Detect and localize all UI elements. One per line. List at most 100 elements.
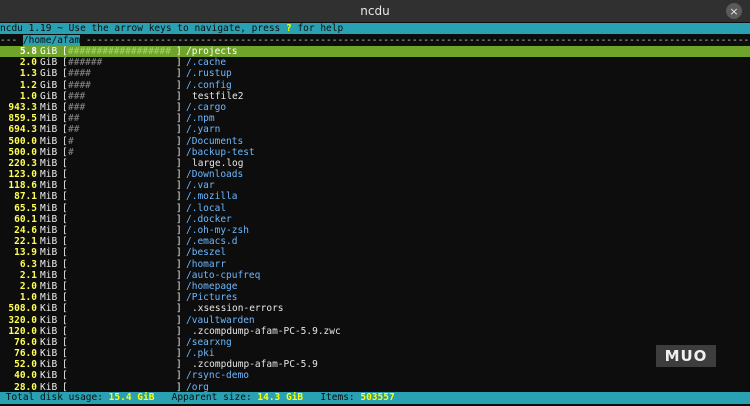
graph-right-bracket: ] [176, 269, 182, 281]
graph-left-bracket: [ [62, 236, 68, 248]
list-item[interactable]: 60.1 MiB [] /.docker [0, 214, 750, 225]
list-item[interactable]: 500.0 MiB [#] /Documents [0, 136, 750, 147]
entry-size: 1.3 [19, 68, 37, 80]
list-item[interactable]: 24.6 MiB [] /.oh-my-zsh [0, 225, 750, 236]
entry-size: 76.0 [14, 348, 37, 360]
graph-right-bracket: ] [176, 180, 182, 192]
disk-usage-value: 15.4 GiB [108, 392, 155, 403]
entry-unit: MiB [40, 191, 58, 203]
entry-unit: GiB [40, 68, 58, 80]
graph-left-bracket: [ [62, 180, 68, 192]
graph-right-bracket: ] [176, 191, 182, 203]
graph-left-bracket: [ [62, 157, 68, 169]
list-item[interactable]: 220.3 MiB [] large.log [0, 158, 750, 169]
entry-unit: MiB [40, 280, 58, 292]
entry-size: 859.5 [8, 113, 37, 125]
list-item[interactable]: 118.6 MiB [] /.var [0, 180, 750, 191]
list-item[interactable]: 1.0 GiB [###] testfile2 [0, 91, 750, 102]
list-item[interactable]: 123.0 MiB [] /Downloads [0, 169, 750, 180]
entry-unit: MiB [40, 236, 58, 248]
graph-left-bracket: [ [62, 325, 68, 337]
list-item[interactable]: 76.0 KiB [] /searxng [0, 337, 750, 348]
entry-size: 943.3 [8, 101, 37, 113]
list-item[interactable]: 13.9 MiB [] /beszel [0, 247, 750, 258]
graph-left-bracket: [ [62, 247, 68, 259]
entry-unit: KiB [40, 348, 58, 360]
entry-unit: MiB [40, 213, 58, 225]
entry-name: /.emacs.d [186, 236, 238, 248]
list-item[interactable]: 943.3 MiB [###] /.cargo [0, 102, 750, 113]
list-item[interactable]: 694.3 MiB [##] /.yarn [0, 124, 750, 135]
list-item[interactable]: 859.5 MiB [##] /.npm [0, 113, 750, 124]
list-item[interactable]: 508.0 KiB [] .xsession-errors [0, 303, 750, 314]
entry-size: 123.0 [8, 169, 37, 181]
graph-right-bracket: ] [176, 247, 182, 259]
entry-unit: MiB [40, 292, 58, 304]
terminal-screen[interactable]: ncdu 1.19 ~ Use the arrow keys to naviga… [0, 22, 750, 406]
entry-size: 60.1 [14, 213, 37, 225]
entry-size: 65.5 [14, 202, 37, 214]
entry-name: /searxng [186, 336, 232, 348]
window-controls: × [726, 3, 742, 19]
entry-size: 40.0 [14, 370, 37, 382]
graph-left-bracket: [ [62, 280, 68, 292]
list-item[interactable]: 87.1 MiB [] /.mozilla [0, 191, 750, 202]
entry-size: 6.3 [19, 258, 37, 270]
entry-name: /beszel [186, 247, 227, 259]
graph-left-bracket: [ [62, 213, 68, 225]
entry-name: /.yarn [186, 124, 221, 136]
header-text-end: for help [291, 23, 344, 34]
graph-left-bracket: [ [62, 191, 68, 203]
entry-size: 76.0 [14, 336, 37, 348]
apparent-size-value: 14.3 GiB [257, 392, 304, 403]
disk-usage-label: Total disk usage: [0, 392, 109, 403]
list-item[interactable]: 76.0 KiB [] /.pki [0, 348, 750, 359]
list-item[interactable]: 2.0 MiB [] /homepage [0, 281, 750, 292]
list-item[interactable]: 120.0 KiB [] .zcompdump-afam-PC-5.9.zwc [0, 326, 750, 337]
graph-right-bracket: ] [176, 236, 182, 248]
list-item[interactable]: 1.3 GiB [####] /.rustup [0, 68, 750, 79]
entry-name: .zcompdump-afam-PC-5.9 [192, 359, 318, 371]
list-item[interactable]: 22.1 MiB [] /.emacs.d [0, 236, 750, 247]
list-item[interactable]: 5.8 GiB [##################] /projects [0, 46, 750, 58]
list-item[interactable]: 1.2 GiB [####] /.config [0, 80, 750, 91]
list-item[interactable]: 52.0 KiB [] .zcompdump-afam-PC-5.9 [0, 359, 750, 370]
usage-graph: ### [68, 101, 86, 113]
graph-left-bracket: [ [62, 225, 68, 236]
list-item[interactable]: 500.0 MiB [#] /backup-test [0, 147, 750, 158]
entry-name: testfile2 [192, 90, 244, 102]
graph-right-bracket: ] [176, 348, 182, 360]
close-icon[interactable]: × [726, 3, 742, 19]
list-item[interactable]: 320.0 KiB [] /vaultwarden [0, 315, 750, 326]
list-item[interactable]: 2.1 MiB [] /auto-cpufreq [0, 270, 750, 281]
graph-left-bracket: [ [62, 370, 68, 382]
list-item[interactable]: 65.5 MiB [] /.local [0, 203, 750, 214]
list-item[interactable]: 6.3 MiB [] /homarr [0, 259, 750, 270]
graph-right-bracket: ] [176, 325, 182, 337]
entry-unit: GiB [40, 79, 58, 91]
entry-name: /projects [186, 46, 238, 57]
entry-name: /Pictures [186, 292, 238, 304]
entry-name: /.local [186, 202, 227, 214]
header-text: ncdu 1.19 ~ Use the arrow keys to naviga… [0, 23, 286, 34]
usage-graph: ## [68, 124, 80, 136]
entry-unit: MiB [40, 124, 58, 136]
entry-size: 694.3 [8, 124, 37, 136]
entry-name: /.pki [186, 348, 215, 360]
usage-graph: ################## [68, 46, 171, 57]
graph-left-bracket: [ [62, 79, 68, 91]
graph-left-bracket: [ [62, 135, 68, 147]
entry-size: 2.0 [19, 280, 37, 292]
graph-right-bracket: ] [176, 213, 182, 225]
list-item[interactable]: 40.0 KiB [] /rsync-demo [0, 370, 750, 381]
entry-size: 1.0 [19, 292, 37, 304]
entry-size: 87.1 [14, 191, 37, 203]
graph-right-bracket: ] [176, 146, 182, 158]
graph-left-bracket: [ [62, 292, 68, 304]
entry-size: 1.2 [19, 79, 37, 91]
graph-right-bracket: ] [176, 225, 182, 236]
entry-name: /Documents [186, 135, 244, 147]
list-item[interactable]: 2.0 GiB [######] /.cache [0, 57, 750, 68]
entry-size: 500.0 [8, 146, 37, 158]
list-item[interactable]: 1.0 MiB [] /Pictures [0, 292, 750, 303]
